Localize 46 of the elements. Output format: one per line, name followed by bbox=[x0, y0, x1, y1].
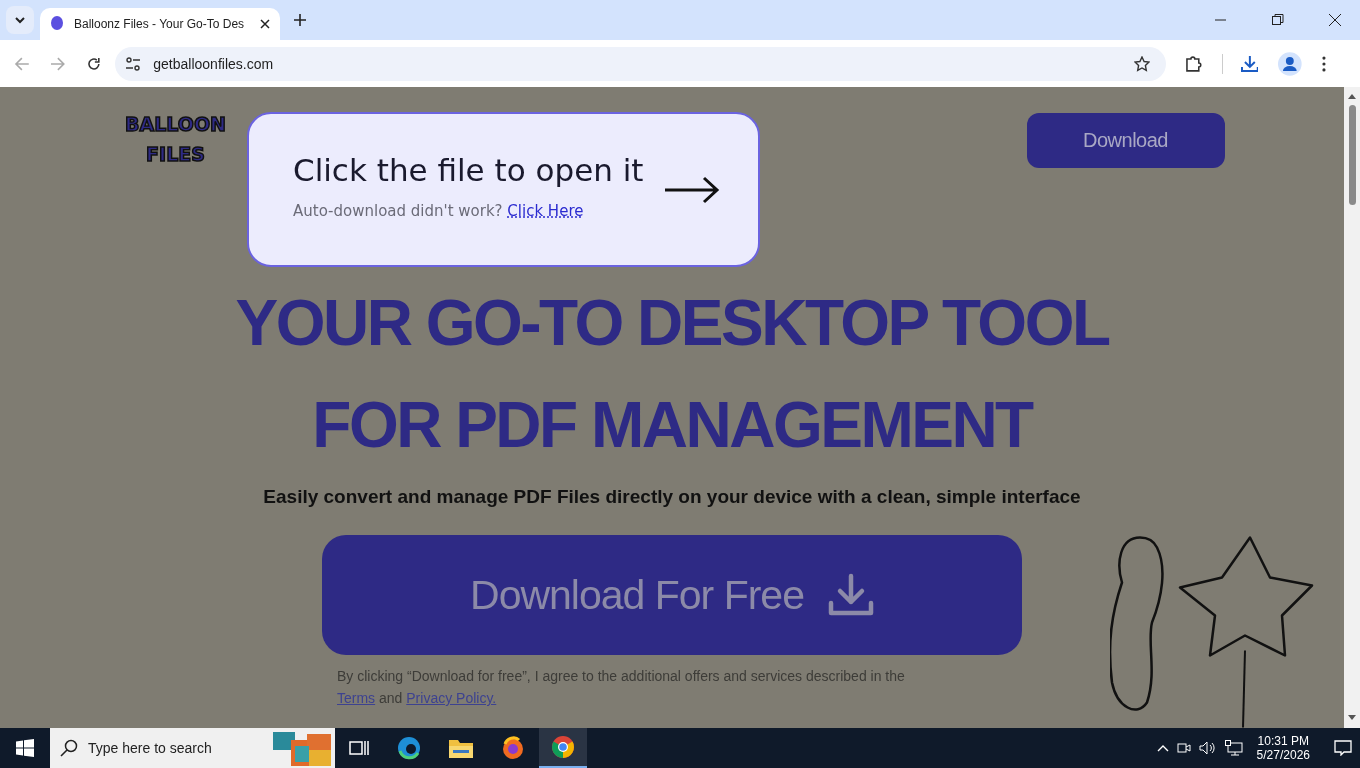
popup-note: Auto-download didn't work? bbox=[293, 201, 503, 220]
new-tab-icon[interactable] bbox=[294, 14, 306, 26]
profile-icon[interactable] bbox=[1278, 51, 1303, 76]
tab-title: Balloonz Files - Your Go-To Des bbox=[74, 17, 246, 31]
restore-icon[interactable] bbox=[1272, 14, 1284, 26]
url-text: getballoonfiles.com bbox=[153, 55, 274, 72]
chevron-down-icon bbox=[14, 14, 26, 26]
download-button[interactable]: Download bbox=[1026, 113, 1225, 168]
edge-icon[interactable] bbox=[397, 736, 421, 760]
camera-icon[interactable] bbox=[1176, 741, 1191, 755]
download-icon[interactable] bbox=[1240, 54, 1259, 73]
notification-icon[interactable] bbox=[1334, 740, 1352, 756]
chrome-icon bbox=[551, 735, 575, 759]
site-settings-icon[interactable] bbox=[125, 56, 142, 71]
search-icon bbox=[60, 739, 78, 757]
clock-time: 10:31 PM bbox=[1257, 734, 1309, 748]
firefox-icon[interactable] bbox=[501, 736, 525, 760]
clock-date: 5/27/2026 bbox=[1256, 748, 1310, 762]
reload-icon[interactable] bbox=[85, 55, 102, 72]
close-icon[interactable] bbox=[260, 19, 270, 29]
balloon-icon bbox=[50, 16, 64, 32]
chrome-taskbar-button[interactable] bbox=[539, 728, 587, 768]
logo: BALLOON FILES bbox=[124, 112, 227, 167]
disclaimer-text: By clicking “Download for free”, I agree to the additional offers and services described in the Terms and Privacy Policy. bbox=[337, 667, 906, 708]
tab-search-button[interactable] bbox=[6, 6, 34, 34]
download-icon bbox=[827, 573, 874, 617]
click-here-link[interactable]: Click Here bbox=[507, 201, 584, 220]
network-icon[interactable] bbox=[1224, 740, 1243, 756]
windows-start-icon[interactable] bbox=[16, 739, 34, 757]
chevron-up-icon[interactable] bbox=[1156, 744, 1169, 752]
speaker-icon[interactable] bbox=[1198, 741, 1217, 755]
menu-icon[interactable] bbox=[1322, 55, 1326, 72]
puzzle-icon[interactable] bbox=[1183, 54, 1202, 73]
address-bar[interactable]: getballoonfiles.com bbox=[115, 46, 1166, 81]
star-icon[interactable] bbox=[1133, 55, 1150, 72]
arrow-icon bbox=[664, 174, 720, 205]
popup-title: Click the file to open it bbox=[293, 151, 644, 188]
headline: YOUR GO-TO DESKTOP TOOL bbox=[235, 286, 1109, 361]
taskbar-search-field[interactable]: Type here to search bbox=[50, 728, 335, 768]
subtitle: Easily convert and manage PDF Files directly on your device with a clean, simple interface bbox=[263, 486, 1081, 508]
task-view-icon[interactable] bbox=[349, 739, 369, 757]
browser-tab[interactable]: Balloonz Files - Your Go-To Des bbox=[40, 8, 280, 40]
headline: FOR PDF MANAGEMENT bbox=[312, 388, 1032, 463]
close-icon[interactable] bbox=[1329, 14, 1341, 26]
download-for-free-button[interactable]: Download For Free bbox=[322, 535, 1022, 655]
folder-icon[interactable] bbox=[449, 738, 473, 758]
